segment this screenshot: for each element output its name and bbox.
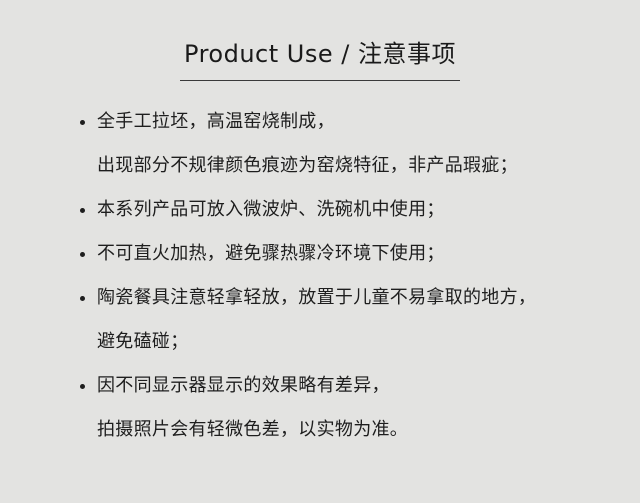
usage-notes-list: 全手工拉坯，高温窑烧制成， 出现部分不规律颜色痕迹为窑烧特征，非产品瑕疵； 本系… — [0, 107, 640, 459]
note-item: 不可直火加热，避免骤热骤冷环境下使用； — [0, 239, 640, 283]
note-text: 拍摄照片会有轻微色差，以实物为准。 — [97, 419, 409, 440]
note-line: 全手工拉坯，高温窑烧制成， — [0, 107, 640, 151]
note-text: 本系列产品可放入微波炉、洗碗机中使用； — [97, 199, 445, 220]
bullet-icon — [80, 120, 85, 125]
note-line: 陶瓷餐具注意轻拿轻放，放置于儿童不易拿取的地方， — [0, 283, 640, 327]
bullet-icon — [80, 208, 85, 213]
note-line: 拍摄照片会有轻微色差，以实物为准。 — [0, 415, 640, 459]
note-item: 本系列产品可放入微波炉、洗碗机中使用； — [0, 195, 640, 239]
note-text: 避免磕碰； — [97, 331, 189, 352]
note-text: 因不同显示器显示的效果略有差异， — [97, 375, 390, 396]
note-text: 出现部分不规律颜色痕迹为窑烧特征，非产品瑕疵； — [97, 155, 518, 176]
bullet-icon — [80, 384, 85, 389]
note-line: 出现部分不规律颜色痕迹为窑烧特征，非产品瑕疵； — [0, 151, 640, 195]
note-item: 因不同显示器显示的效果略有差异， 拍摄照片会有轻微色差，以实物为准。 — [0, 371, 640, 459]
note-text: 陶瓷餐具注意轻拿轻放，放置于儿童不易拿取的地方， — [97, 287, 537, 308]
note-line: 不可直火加热，避免骤热骤冷环境下使用； — [0, 239, 640, 283]
bullet-icon — [80, 252, 85, 257]
page-title: Product Use / 注意事项 — [184, 40, 456, 68]
note-line: 避免磕碰； — [0, 327, 640, 371]
note-line: 因不同显示器显示的效果略有差异， — [0, 371, 640, 415]
bullet-icon — [80, 296, 85, 301]
note-line: 本系列产品可放入微波炉、洗碗机中使用； — [0, 195, 640, 239]
note-text: 全手工拉坯，高温窑烧制成， — [97, 111, 335, 132]
note-item: 陶瓷餐具注意轻拿轻放，放置于儿童不易拿取的地方， 避免磕碰； — [0, 283, 640, 371]
title-divider — [180, 80, 460, 81]
note-item: 全手工拉坯，高温窑烧制成， 出现部分不规律颜色痕迹为窑烧特征，非产品瑕疵； — [0, 107, 640, 195]
note-text: 不可直火加热，避免骤热骤冷环境下使用； — [97, 243, 445, 264]
